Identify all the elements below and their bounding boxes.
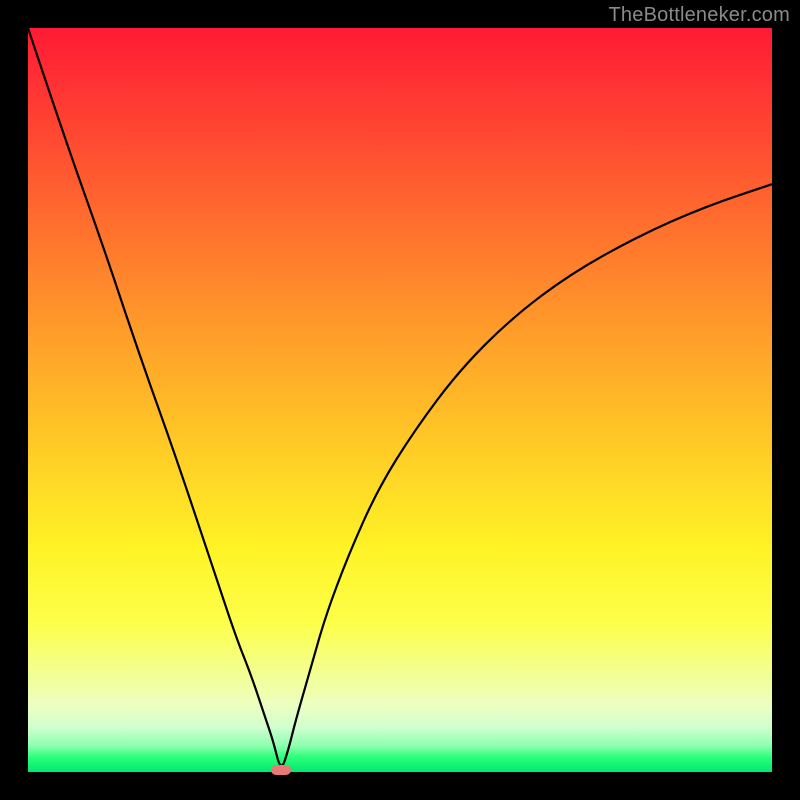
- chart-frame: TheBottleneker.com: [0, 0, 800, 800]
- bottleneck-curve: [28, 28, 772, 766]
- plot-area: [28, 28, 772, 772]
- curve-svg: [28, 28, 772, 772]
- watermark-text: TheBottleneker.com: [609, 4, 790, 27]
- notch-marker: [271, 765, 291, 775]
